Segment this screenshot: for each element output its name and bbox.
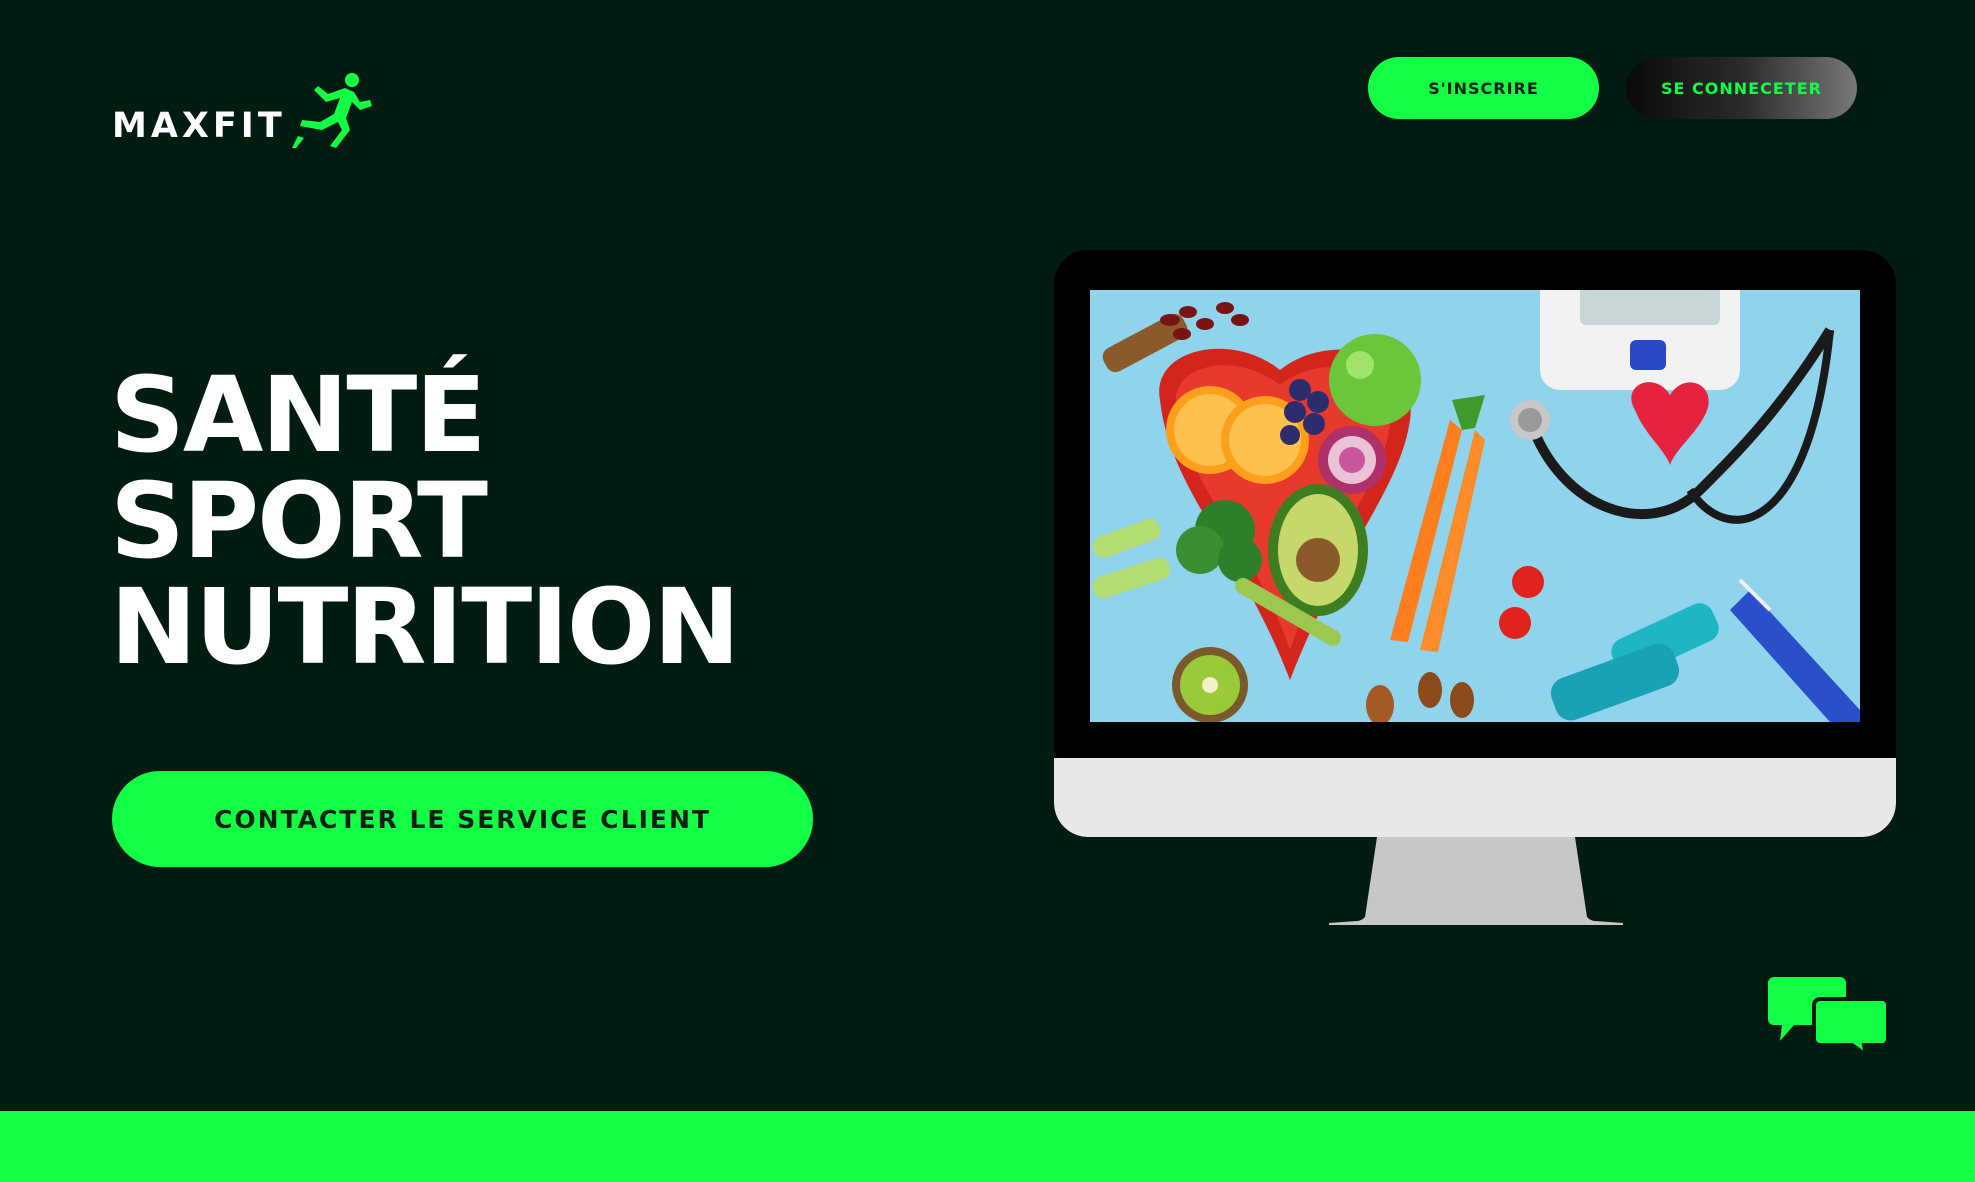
hero-line-sport: SPORT <box>110 460 488 582</box>
landing-page: MAXFIT S'INSCRIRE SE CONNECETER SANTÉ SP… <box>0 0 1975 1182</box>
logo-text: MAXFIT <box>112 106 286 146</box>
hero-line-nutrition: NUTRITION <box>110 566 740 688</box>
monitor-stand <box>1329 837 1623 925</box>
hero-headline: SANTÉ SPORT NUTRITION <box>110 354 740 688</box>
monitor-chin <box>1054 758 1896 837</box>
hero-line-health: SANTÉ <box>110 354 486 476</box>
healthy-food-photo <box>1090 290 1860 722</box>
runner-icon <box>291 73 372 148</box>
footer-accent-bar <box>0 1111 1975 1182</box>
signup-button[interactable]: S'INSCRIRE <box>1368 57 1599 119</box>
monitor-screen <box>1090 290 1860 722</box>
login-button[interactable]: SE CONNECETER <box>1626 57 1857 119</box>
monitor-frame <box>1054 250 1896 837</box>
monitor-illustration <box>1054 250 1896 925</box>
chat-bubbles-icon[interactable] <box>1768 977 1888 1055</box>
logo[interactable]: MAXFIT <box>112 72 374 148</box>
contact-support-button[interactable]: CONTACTER LE SERVICE CLIENT <box>112 771 813 867</box>
